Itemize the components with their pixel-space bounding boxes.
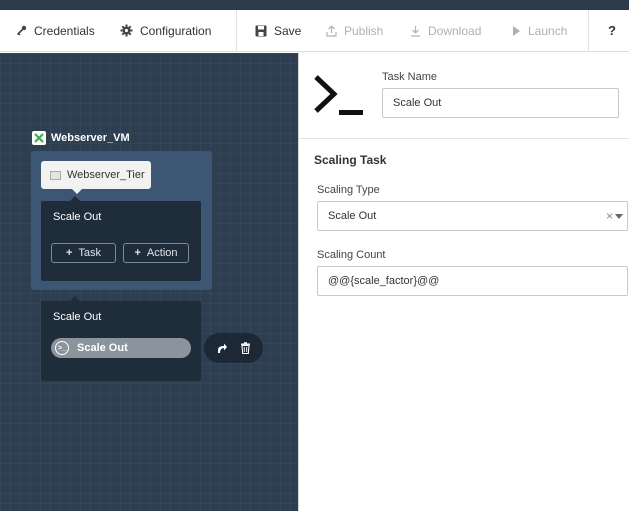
scaling-type-select[interactable]: Scale Out ×: [317, 201, 628, 231]
gear-icon: [120, 24, 133, 37]
task-properties-panel: Task Name Scale Out Scaling Task Scaling…: [298, 53, 629, 511]
download-label: Download: [428, 23, 482, 38]
credentials-label: Credentials: [34, 23, 95, 38]
toolbar-divider: [588, 10, 589, 52]
download-button[interactable]: Download: [410, 10, 481, 52]
task-name-label: Task Name: [382, 71, 438, 83]
toolbar-divider: [236, 10, 237, 52]
tier-node[interactable]: Webserver_Tier: [41, 161, 151, 194]
scaling-count-input[interactable]: @@{scale_factor}@@: [317, 266, 628, 296]
plus-icon: +: [134, 247, 141, 259]
scale-out-action-box[interactable]: Scale Out >_ Scale Out: [41, 296, 201, 381]
help-button[interactable]: ?: [608, 10, 616, 52]
action-container[interactable]: Scale Out + Task + Action: [41, 196, 201, 281]
save-label: Save: [274, 23, 302, 38]
plus-icon: +: [65, 247, 73, 259]
publish-label: Publish: [344, 23, 384, 38]
action-container-title: Scale Out: [53, 211, 102, 223]
task-pill[interactable]: >_ Scale Out: [51, 338, 191, 358]
trash-icon[interactable]: [240, 342, 251, 354]
add-action-button[interactable]: + Action: [123, 243, 189, 263]
monitor-icon: [50, 170, 61, 180]
toolbar: Credentials Configuration Save Publish D…: [0, 10, 629, 52]
credentials-button[interactable]: Credentials: [16, 10, 95, 52]
launch-button[interactable]: Launch: [512, 10, 567, 52]
section-title: Scaling Task: [314, 153, 387, 167]
chevron-down-icon[interactable]: [615, 214, 623, 219]
task-name-input[interactable]: Scale Out: [382, 88, 619, 118]
clear-icon[interactable]: ×: [606, 209, 613, 223]
launch-label: Launch: [528, 23, 568, 38]
add-action-label: Action: [146, 247, 178, 259]
configuration-label: Configuration: [140, 23, 212, 38]
download-icon: [411, 25, 420, 37]
vm-title: Webserver_VM: [32, 131, 130, 145]
vm-card[interactable]: Webserver_Tier Scale Out + Task + Action: [31, 151, 212, 290]
vm-logo-icon: [32, 131, 46, 145]
floppy-disk-icon: [255, 25, 267, 36]
task-tools: [204, 333, 263, 363]
save-button[interactable]: Save: [255, 10, 301, 52]
task-pill-label: Scale Out: [77, 342, 128, 354]
configuration-button[interactable]: Configuration: [120, 10, 211, 52]
scaling-count-label: Scaling Count: [317, 249, 386, 261]
tier-label: Webserver_Tier: [67, 169, 145, 181]
scaling-type-label: Scaling Type: [317, 184, 380, 196]
terminal-icon: >_: [55, 341, 69, 355]
key-icon: [16, 25, 27, 36]
vm-title-label: Webserver_VM: [51, 132, 130, 144]
window-top-strip: [0, 0, 629, 10]
blueprint-canvas[interactable]: Webserver_VM Webserver_Tier Scale Out + …: [0, 53, 298, 511]
panel-header: Task Name Scale Out: [299, 53, 629, 139]
scaling-type-value: Scale Out: [328, 210, 377, 222]
action-box-title: Scale Out: [53, 311, 102, 323]
terminal-icon: [314, 75, 363, 115]
add-task-label: Task: [78, 247, 102, 259]
add-task-button[interactable]: + Task: [51, 243, 116, 263]
edit-arrow-icon[interactable]: [216, 342, 228, 354]
play-icon: [513, 25, 520, 36]
publish-button[interactable]: Publish: [326, 10, 383, 52]
upload-icon: [326, 25, 337, 37]
